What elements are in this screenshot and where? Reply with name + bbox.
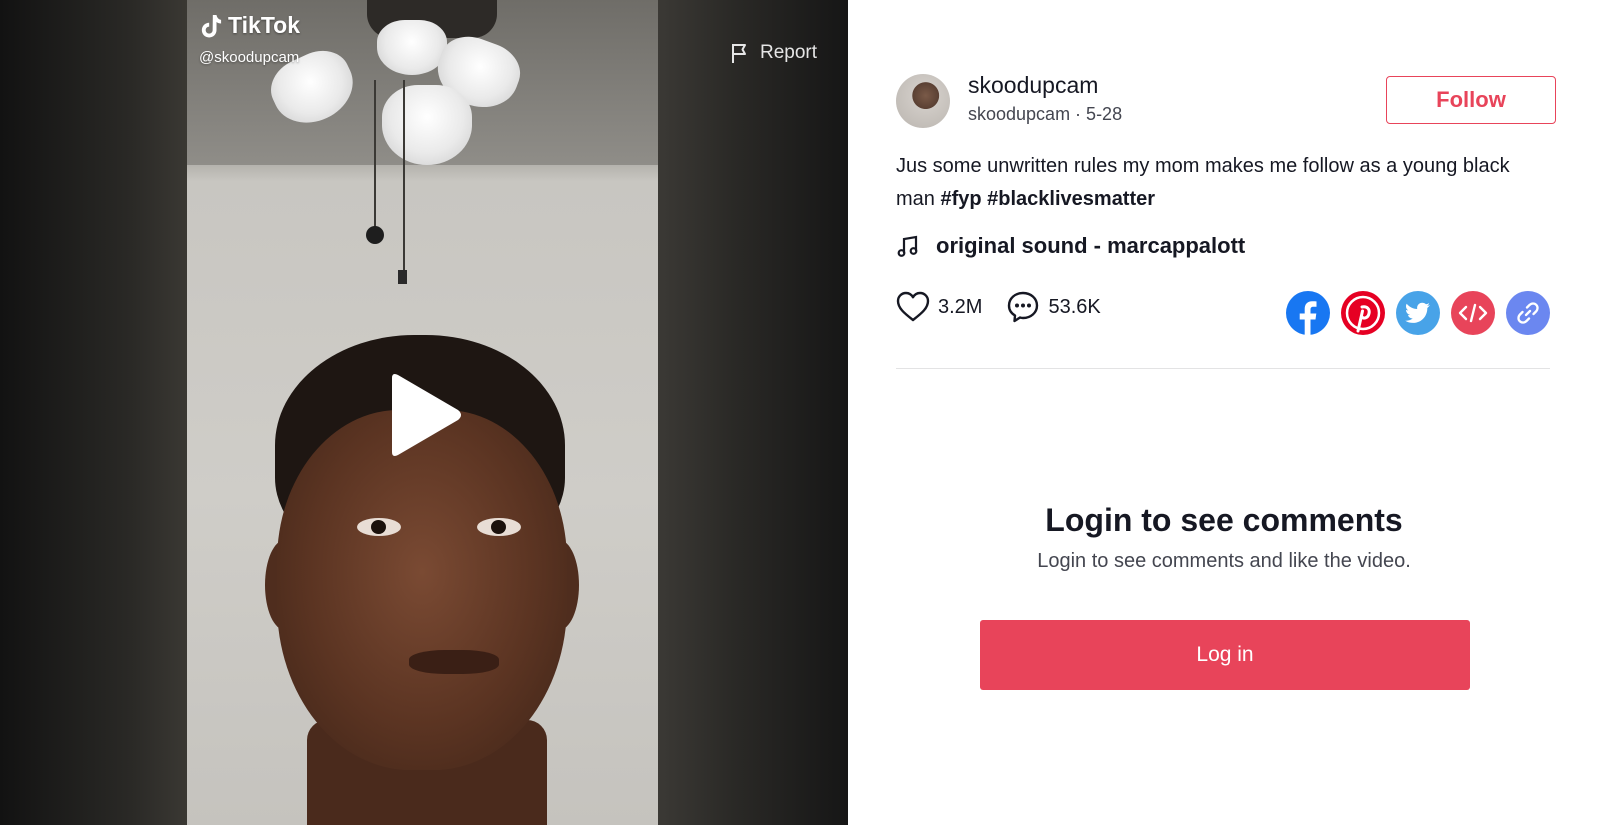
video-caption: Jus some unwritten rules my mom makes me…	[896, 150, 1536, 216]
video-player[interactable]: TikTok @skoodupcam Report	[0, 0, 848, 825]
facebook-icon[interactable]	[1286, 291, 1330, 335]
hashtag-link[interactable]: #fyp	[940, 188, 981, 210]
fan-light	[382, 85, 472, 165]
fan-pull	[398, 270, 407, 284]
video-info-panel: skoodupcam skoodupcam · 5-28 Follow Jus …	[848, 0, 1600, 825]
person-eye	[477, 518, 521, 536]
pinterest-icon[interactable]	[1341, 291, 1385, 335]
login-subtitle: Login to see comments and like the video…	[1037, 550, 1411, 572]
fan-chain	[374, 80, 376, 230]
twitter-icon[interactable]	[1396, 291, 1440, 335]
hashtag-link[interactable]: #blacklivesmatter	[987, 188, 1155, 210]
login-title: Login to see comments	[1045, 502, 1403, 538]
comment-count: 53.6K	[1048, 295, 1101, 318]
tiktok-note-icon	[201, 14, 222, 37]
like-count: 3.2M	[938, 295, 983, 318]
fan-chain	[403, 80, 405, 280]
avatar[interactable]	[896, 74, 950, 128]
music-title: original sound - marcappalott	[936, 233, 1246, 258]
tiktok-wordmark: TikTok	[228, 12, 300, 38]
login-button[interactable]: Log in	[980, 620, 1470, 690]
person-face	[277, 410, 567, 770]
person-eye	[357, 518, 401, 536]
video-handle: @skoodupcam	[199, 49, 300, 66]
comment-button[interactable]: 53.6K	[1006, 290, 1101, 324]
person-mouth	[409, 650, 499, 674]
share-icons	[1286, 291, 1550, 335]
divider	[896, 368, 1550, 369]
tiktok-logo: TikTok	[200, 12, 300, 39]
author-meta: skoodupcam · 5-28	[968, 104, 1123, 124]
heart-icon	[896, 291, 930, 322]
video-backdrop-left	[0, 0, 187, 825]
report-label: Report	[760, 42, 818, 63]
fan-light	[377, 20, 447, 75]
stats-row: 3.2M 53.6K	[896, 290, 1101, 324]
link-icon[interactable]	[1506, 291, 1550, 335]
like-button[interactable]: 3.2M	[896, 291, 982, 323]
author-username[interactable]: skoodupcam	[968, 72, 1098, 99]
play-icon[interactable]	[384, 372, 464, 458]
video-backdrop-right	[658, 0, 848, 825]
embed-icon[interactable]	[1451, 291, 1495, 335]
report-button[interactable]: Report	[730, 42, 817, 64]
follow-button[interactable]: Follow	[1386, 76, 1556, 124]
comment-icon	[1008, 291, 1039, 323]
fan-pull	[366, 226, 384, 244]
music-note-icon	[897, 235, 918, 257]
music-link[interactable]: original sound - marcappalott	[896, 233, 1245, 259]
flag-icon	[732, 44, 746, 63]
